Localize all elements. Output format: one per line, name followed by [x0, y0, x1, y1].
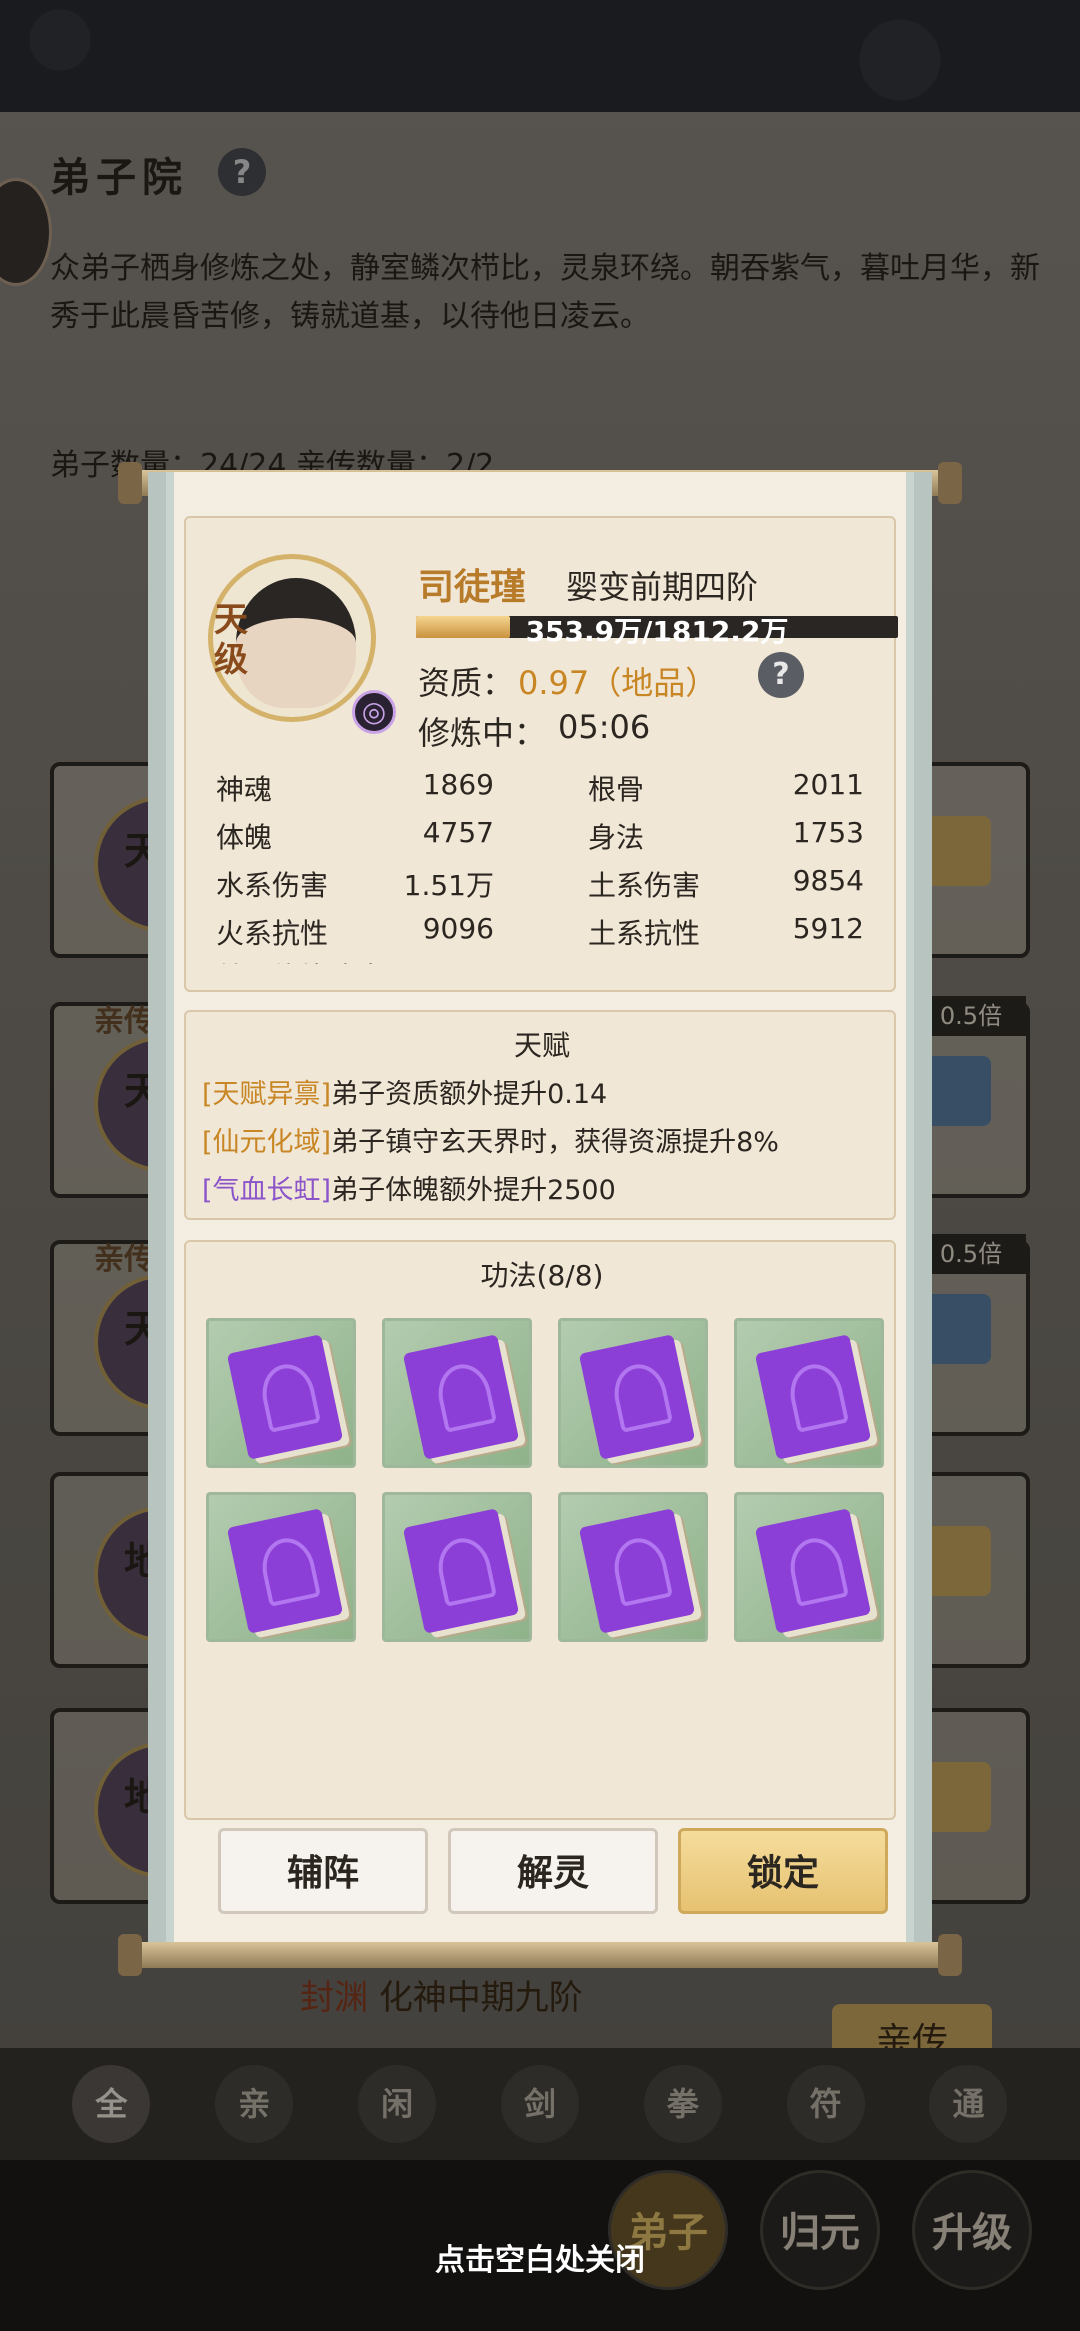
skill-grid: [206, 1318, 886, 1642]
purple-book-icon: [402, 1334, 520, 1460]
talent-line: [仙元化域]弟子镇守玄天界时，获得资源提升8%: [202, 1120, 779, 1159]
stat-label: 土系伤害: [588, 869, 701, 902]
talent-text: 弟子资质额外提升0.14: [331, 1079, 608, 1110]
assist-button[interactable]: 辅阵: [218, 1828, 428, 1914]
stat-value: 1.51万: [403, 869, 494, 902]
spirit-element-icon: ◎: [352, 690, 396, 734]
purple-book-icon: [578, 1508, 696, 1634]
purple-book-icon: [226, 1334, 344, 1460]
skill-slot[interactable]: [558, 1318, 708, 1468]
aptitude-help-icon[interactable]: ?: [758, 652, 804, 698]
talent-tag: [气血长虹]: [202, 1175, 332, 1206]
talent-line: [天赋异禀]弟子资质额外提升0.14: [202, 1072, 607, 1111]
purple-book-icon: [578, 1334, 696, 1460]
skill-slot[interactable]: [734, 1492, 884, 1642]
aptitude-value: 0.97（地品）: [518, 664, 718, 702]
stat-row: 体魄 4757 身法 1753: [216, 816, 876, 864]
stat-label: 土系抗性: [588, 917, 701, 950]
modal-paper: 天级 ◎ 司徒瑾 婴变前期四阶 353.9万/1812.2万 资质： 0.97（…: [174, 472, 906, 1968]
stat-row: 弟子修炼速度 25.39万: [216, 956, 876, 964]
stat-label: 神魂: [216, 773, 273, 806]
close-hint[interactable]: 点击空白处关闭: [0, 2235, 1080, 2279]
talent-panel: 天赋 [天赋异禀]弟子资质额外提升0.14 [仙元化域]弟子镇守玄天界时，获得资…: [184, 1010, 896, 1220]
skill-slot[interactable]: [206, 1318, 356, 1468]
exp-text: 353.9万/1812.2万: [525, 615, 789, 648]
stat-row: 水系伤害 1.51万 土系伤害 9854: [216, 864, 876, 912]
stat-label: 体魄: [216, 821, 273, 854]
avatar-portrait: [236, 578, 356, 708]
talent-text: 弟子体魄额外提升2500: [331, 1175, 616, 1206]
scroll-rod-bottom: [118, 1934, 962, 1976]
disciple-header-panel: 天级 ◎ 司徒瑾 婴变前期四阶 353.9万/1812.2万 资质： 0.97（…: [184, 516, 898, 992]
purple-book-icon: [754, 1334, 872, 1460]
disciple-realm: 婴变前期四阶: [566, 568, 759, 606]
skill-slot[interactable]: [382, 1492, 532, 1642]
training-time: 05:06: [558, 708, 651, 746]
stat-label: 火系抗性: [216, 917, 329, 950]
skill-slot[interactable]: [558, 1492, 708, 1642]
stat-value: 9096: [422, 912, 494, 945]
stat-label: 身法: [588, 821, 645, 854]
skill-slot[interactable]: [734, 1318, 884, 1468]
stat-row: 神魂 1869 根骨 2011: [216, 768, 876, 816]
stats-list[interactable]: 神魂 1869 根骨 2011 体魄 4757 身法 1753 水系伤害 1.5…: [216, 768, 876, 964]
stat-value: 1753: [792, 816, 864, 849]
skill-slot[interactable]: [382, 1318, 532, 1468]
talent-tag: [天赋异禀]: [202, 1079, 332, 1110]
talent-title: 天赋: [513, 1029, 570, 1062]
stat-label: 弟子修炼速度: [216, 956, 384, 964]
training-label: 修炼中：: [418, 714, 547, 752]
skills-title: 功法(8/8): [480, 1259, 604, 1292]
purple-book-icon: [754, 1508, 872, 1634]
stat-value: 1869: [422, 768, 494, 801]
stat-row: 火系抗性 9096 土系抗性 5912: [216, 912, 876, 960]
stat-value: 25.39万: [366, 956, 494, 964]
stat-label: 水系伤害: [216, 869, 329, 902]
aptitude-label: 资质：: [418, 664, 515, 702]
skill-slot[interactable]: [206, 1492, 356, 1642]
stat-value: 4757: [422, 816, 494, 849]
lock-button[interactable]: 锁定: [678, 1828, 888, 1914]
talent-text: 弟子镇守玄天界时，获得资源提升8%: [331, 1127, 779, 1158]
disciple-detail-modal: 天级 ◎ 司徒瑾 婴变前期四阶 353.9万/1812.2万 资质： 0.97（…: [148, 472, 932, 1968]
disciple-name: 司徒瑾: [418, 567, 527, 608]
purple-book-icon: [402, 1508, 520, 1634]
stat-label: 根骨: [588, 773, 645, 806]
skills-panel: 功法(8/8): [184, 1240, 896, 1820]
talent-line: [气血长虹]弟子体魄额外提升2500: [202, 1168, 616, 1207]
rank-seal: 天级: [214, 600, 248, 680]
stat-value: 9854: [792, 864, 864, 897]
stat-value: 5912: [792, 912, 864, 945]
release-button[interactable]: 解灵: [448, 1828, 658, 1914]
talent-tag: [仙元化域]: [202, 1127, 332, 1158]
stat-value: 2011: [792, 768, 864, 801]
purple-book-icon: [226, 1508, 344, 1634]
